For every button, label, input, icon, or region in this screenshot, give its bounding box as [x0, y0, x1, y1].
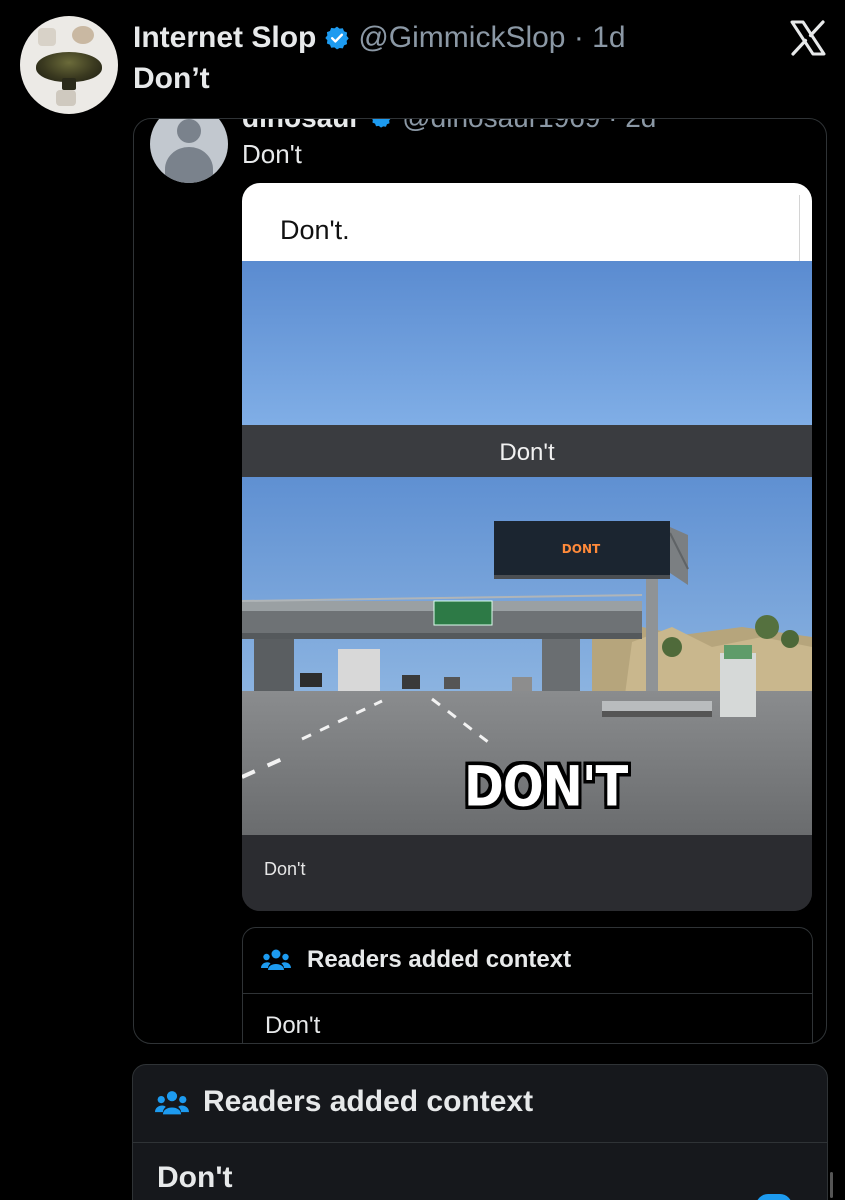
community-note-header: Readers added context: [243, 928, 812, 994]
x-logo-icon[interactable]: [788, 18, 828, 58]
avatar-bowl-stand: [62, 78, 76, 90]
people-icon: [261, 948, 291, 977]
people-icon: [155, 1089, 189, 1122]
quoted-author-name[interactable]: dinosaur: [242, 119, 360, 134]
media-bottom-caption: Don't: [264, 859, 306, 879]
avatar-body: [165, 147, 213, 183]
author-handle-time[interactable]: @GimmickSlop · 1d: [358, 21, 625, 55]
media-top-caption: Don't.: [280, 215, 350, 245]
quoted-author-handle-time[interactable]: @dinosaur1969 · 2d: [402, 119, 656, 134]
billboard-text: DONT: [562, 542, 601, 556]
quoted-post-text: Don't: [242, 139, 302, 169]
community-note-body: Don't: [157, 1161, 233, 1194]
community-note-header: Readers added context: [133, 1065, 827, 1143]
scrollbar[interactable]: [830, 1172, 833, 1198]
author-avatar[interactable]: [20, 16, 118, 114]
community-note-body: Don't: [265, 1012, 321, 1039]
media-bottom-panel: [242, 835, 812, 911]
verified-badge-icon: [370, 119, 392, 129]
quoted-community-note[interactable]: Readers added context Don't: [242, 927, 813, 1043]
quoted-post-header: dinosaur @dinosaur1969 · 2d: [242, 119, 656, 134]
media-banner-caption: Don't: [499, 439, 555, 466]
default-avatar-icon: [150, 119, 228, 183]
avatar-decoration: [72, 26, 94, 44]
divider: [799, 195, 800, 261]
avatar-decoration: [56, 90, 76, 106]
quoted-post-media[interactable]: Don't. Don't DONT DON'T Don't: [242, 183, 812, 911]
quoted-author-avatar[interactable]: [150, 119, 230, 185]
community-note[interactable]: Readers added context Don't: [132, 1064, 828, 1200]
media-sky: [242, 261, 812, 425]
community-note-title: Readers added context: [203, 1085, 534, 1118]
verified-badge-icon: [324, 25, 350, 51]
post-text: Don’t: [133, 62, 210, 95]
author-display-name[interactable]: Internet Slop: [133, 21, 316, 55]
quoted-post-card[interactable]: dinosaur @dinosaur1969 · 2d Don't Don't.…: [133, 118, 827, 1044]
avatar-head: [177, 119, 201, 143]
avatar-decoration: [38, 28, 56, 46]
community-note-title: Readers added context: [307, 946, 572, 973]
media-overlay-text: DON'T: [464, 754, 628, 820]
post-header: Internet Slop @GimmickSlop · 1d: [133, 18, 626, 58]
